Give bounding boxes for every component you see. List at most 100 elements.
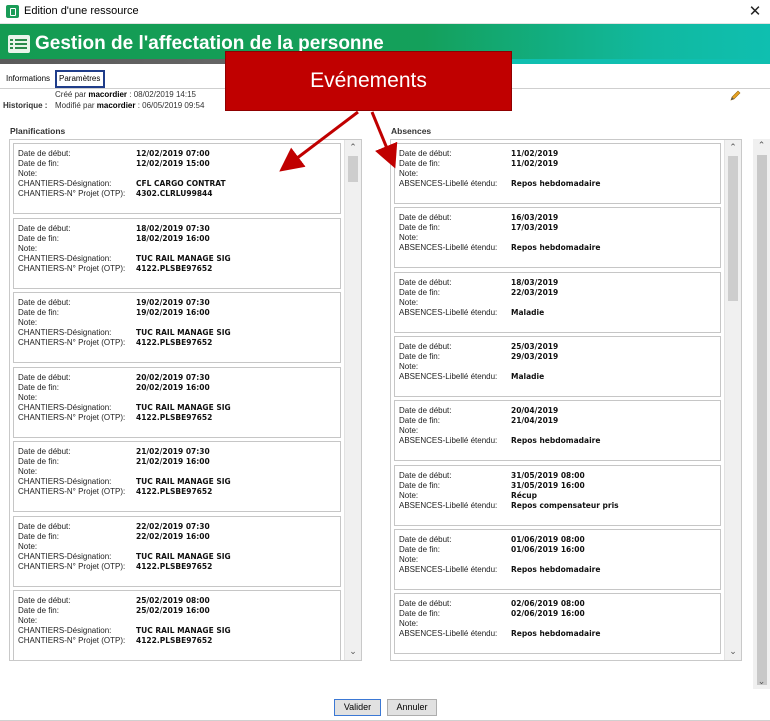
start-date-label: Date de début: [18,223,71,233]
window-scrollbar[interactable]: ⌃ ⌄ [753,139,770,689]
absence-label-label: ABSENCES-Libellé étendu: [399,307,498,317]
note-label: Note: [18,467,38,476]
start-date-row: Date de début: 16/03/2019 [399,213,558,223]
absence-label-value: Repos hebdomadaire [511,436,601,446]
note-label: Note: [399,233,419,243]
planification-card[interactable]: Date de début: 22/02/2019 07:30 Date de fi… [13,515,341,587]
start-date-label: Date de début: [399,149,452,158]
project-number-value: 4122.PLSBE97652 [136,263,213,273]
note-row: Note: [399,619,418,629]
absence-card[interactable]: Date de début: 16/03/2019 Date de fin: 17/0… [394,207,721,269]
end-date-label: Date de fin: [18,457,59,466]
absence-card[interactable]: Date de début: 20/04/2019 Date de fin: 21/0… [394,400,721,462]
end-date-row: Date de fin: 21/04/2019 [399,416,558,426]
planifications-scrollbar[interactable]: ⌃ ⌄ [344,140,361,660]
absence-card[interactable]: Date de début: 25/03/2019 Date de fin: 29/0… [394,335,721,397]
note-row: Note: [399,426,418,436]
note-label: Note: [18,318,38,327]
designation-label: CHANTIERS-Désignation: [18,551,112,561]
end-date-label: Date de fin: [399,544,440,554]
note-row: Note: [18,616,37,626]
end-date-row: Date de fin: 17/03/2019 [399,223,558,233]
note-label: Note: [399,426,419,436]
modified-info: Modifié par macordier : 06/05/2019 09:54 [55,101,205,110]
start-date-value: 20/04/2019 [511,406,559,416]
absence-card[interactable]: Date de début: 01/06/2019 08:00 Date de fi… [394,528,721,590]
start-date-row: Date de début: 31/05/2019 08:00 [399,471,585,481]
scroll-thumb[interactable] [348,156,358,182]
absence-card[interactable]: Date de début: 31/05/2019 08:00 Date de fi… [394,464,721,526]
planification-card[interactable]: Date de début: 18/02/2019 07:30 Date de fi… [13,217,341,289]
start-date-value: 19/02/2019 07:30 [136,298,210,307]
scroll-up-icon[interactable]: ⌃ [345,141,361,155]
end-date-value: 31/05/2019 16:00 [511,480,585,490]
project-number-label: CHANTIERS-N° Projet (OTP): [18,338,126,347]
planification-card[interactable]: Date de début: 25/02/2019 08:00 Date de fi… [13,590,341,660]
note-value: Récup [511,490,538,500]
planifications-panel[interactable]: Date de début: 12/02/2019 07:00 Date de fi… [9,139,362,661]
tab-informations[interactable]: Informations [4,70,52,88]
end-date-row: Date de fin: 19/02/2019 16:00 [18,308,210,318]
planifications-title: Planifications [10,126,66,136]
absence-label-value: Maladie [511,307,545,317]
window-titlebar: Edition d'une ressource ✕ [0,0,770,24]
note-label: Note: [399,297,419,307]
note-label: Note: [18,616,38,625]
absence-card[interactable]: Date de début: 11/02/2019 Date de fin: 11/0… [394,143,721,204]
designation-label: CHANTIERS-Désignation: [18,179,112,188]
absence-card[interactable]: Date de début: 02/06/2019 08:00 Date de fi… [394,593,721,655]
absence-label-value: Repos hebdomadaire [511,243,601,253]
scroll-thumb[interactable] [728,156,738,301]
planification-card[interactable]: Date de début: 12/02/2019 07:00 Date de fi… [13,143,341,214]
list-icon [8,35,30,53]
note-row: Note: [18,169,37,179]
designation-row: CHANTIERS-Désignation: CFL CARGO CONTRAT [18,179,226,189]
absences-panel[interactable]: Date de début: 11/02/2019 Date de fin: 11/0… [390,139,742,661]
start-date-label: Date de début: [18,372,71,382]
end-date-row: Date de fin: 20/02/2019 16:00 [18,383,210,393]
start-date-value: 18/02/2019 07:30 [136,223,210,233]
designation-row: CHANTIERS-Désignation: TUC RAIL MANAGE SI… [18,477,231,487]
scroll-down-icon[interactable]: ⌄ [753,675,770,689]
designation-label: CHANTIERS-Désignation: [18,477,112,486]
start-date-value: 01/06/2019 08:00 [511,534,585,544]
edit-pencil-icon[interactable] [729,90,741,102]
note-row: Note: [18,318,37,328]
planification-card[interactable]: Date de début: 21/02/2019 07:30 Date de fi… [13,441,341,512]
project-number-label: CHANTIERS-N° Projet (OTP): [18,561,126,571]
app-icon [6,5,19,18]
project-number-label: CHANTIERS-N° Projet (OTP): [18,189,126,198]
project-number-label: CHANTIERS-N° Projet (OTP): [18,487,126,496]
end-date-label: Date de fin: [399,351,440,361]
scroll-down-icon[interactable]: ⌄ [725,645,741,659]
absence-label-row: ABSENCES-Libellé étendu: Maladie [399,307,544,318]
end-date-value: 17/03/2019 [511,223,559,233]
close-icon[interactable]: ✕ [740,0,770,24]
designation-row: CHANTIERS-Désignation: TUC RAIL MANAGE SI… [18,328,231,338]
tab-parametres[interactable]: Paramètres [55,70,105,88]
valider-button[interactable]: Valider [334,699,381,716]
project-number-value: 4122.PLSBE97652 [136,636,213,645]
scroll-up-icon[interactable]: ⌃ [725,141,741,155]
scroll-up-icon[interactable]: ⌃ [753,139,770,153]
start-date-value: 12/02/2019 07:00 [136,149,210,158]
note-row: Note: [399,169,418,179]
end-date-label: Date de fin: [18,531,59,541]
absences-scrollbar[interactable]: ⌃ ⌄ [724,140,741,660]
planification-card[interactable]: Date de début: 20/02/2019 07:30 Date de fi… [13,366,341,438]
project-number-row: CHANTIERS-N° Projet (OTP): 4122.PLSBE9765… [18,561,212,572]
absence-card[interactable]: Date de début: 18/03/2019 Date de fin: 22/0… [394,271,721,333]
start-date-label: Date de début: [399,213,452,223]
start-date-value: 11/02/2019 [511,149,559,158]
designation-label: CHANTIERS-Désignation: [18,402,112,412]
end-date-value: 01/06/2019 16:00 [511,544,585,554]
annuler-button[interactable]: Annuler [387,699,437,716]
scroll-thumb[interactable] [757,155,767,685]
end-date-row: Date de fin: 21/02/2019 16:00 [18,457,210,467]
designation-label: CHANTIERS-Désignation: [18,253,112,263]
planification-card[interactable]: Date de début: 19/02/2019 07:30 Date de fi… [13,292,341,363]
end-date-row: Date de fin: 01/06/2019 16:00 [399,544,585,555]
scroll-down-icon[interactable]: ⌄ [345,645,361,659]
start-date-row: Date de début: 11/02/2019 [399,149,558,159]
project-number-value: 4302.CLRLU99844 [136,189,213,198]
